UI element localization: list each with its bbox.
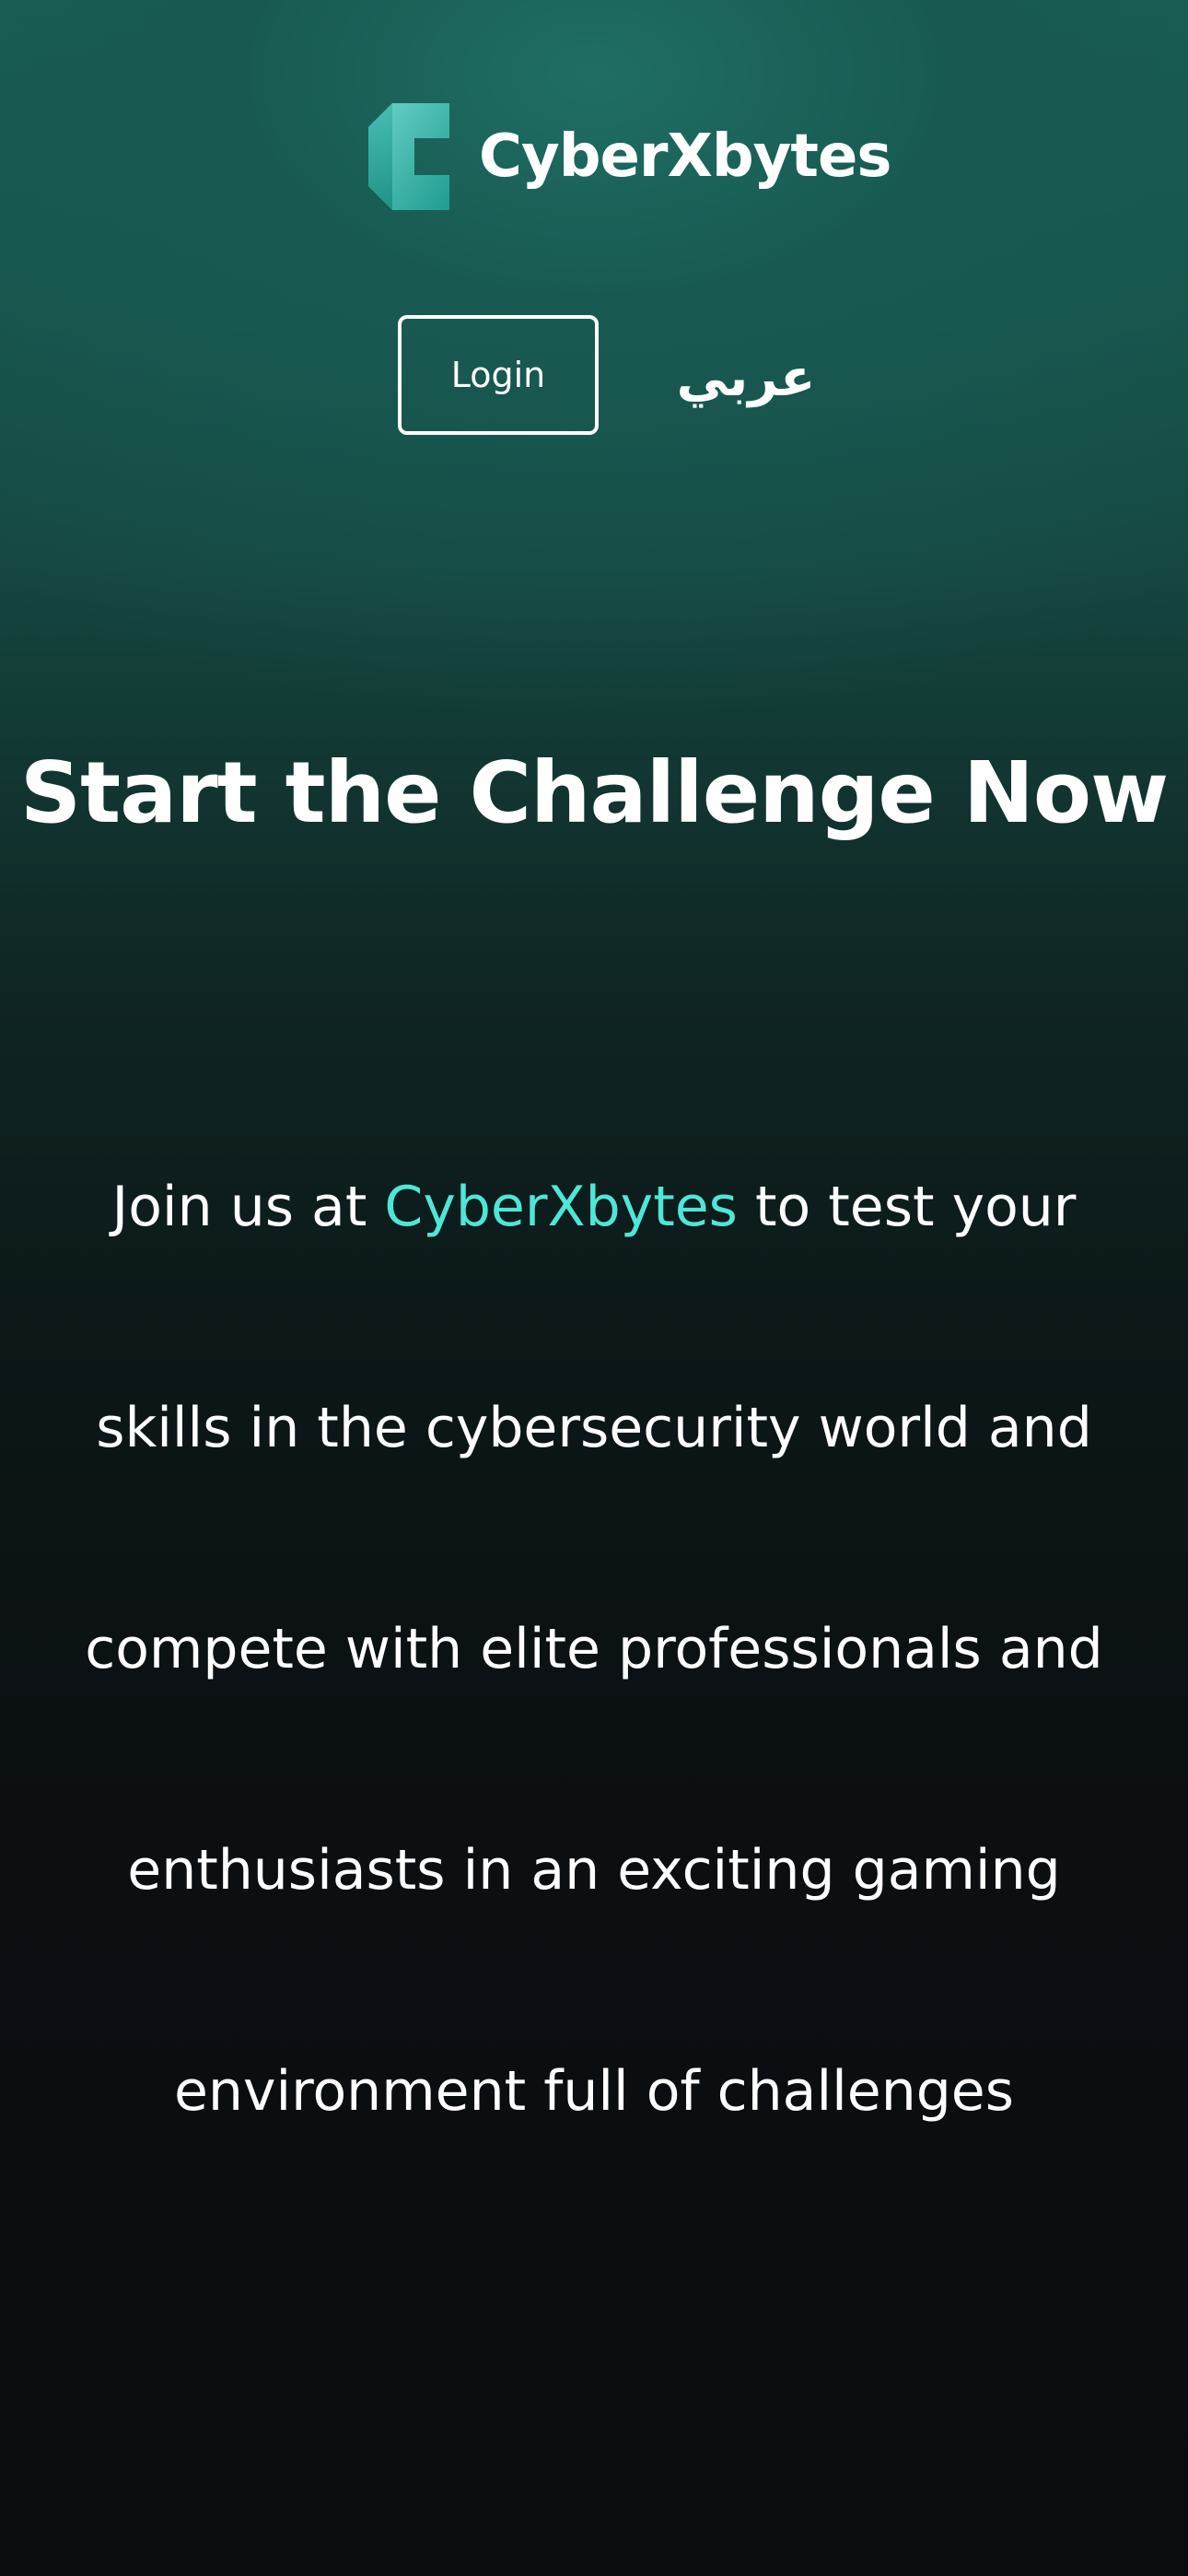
cyberxbytes-logo-icon <box>368 103 449 210</box>
hero-text-suffix: to test your skills in the cybersecurity… <box>85 1175 1103 2124</box>
hero-text-prefix: Join us at <box>111 1175 385 1239</box>
hero-description: Join us at CyberXbytes to test your skil… <box>55 1096 1133 2202</box>
hero-brand-highlight: CyberXbytes <box>384 1175 738 1239</box>
login-button[interactable]: Login <box>398 315 599 435</box>
brand-logo[interactable]: CyberXbytes <box>367 101 891 212</box>
brand-name: CyberXbytes <box>479 123 891 191</box>
language-switch-link[interactable]: عربي <box>677 336 816 419</box>
hero-title: Start the Challenge Now <box>19 744 1169 842</box>
